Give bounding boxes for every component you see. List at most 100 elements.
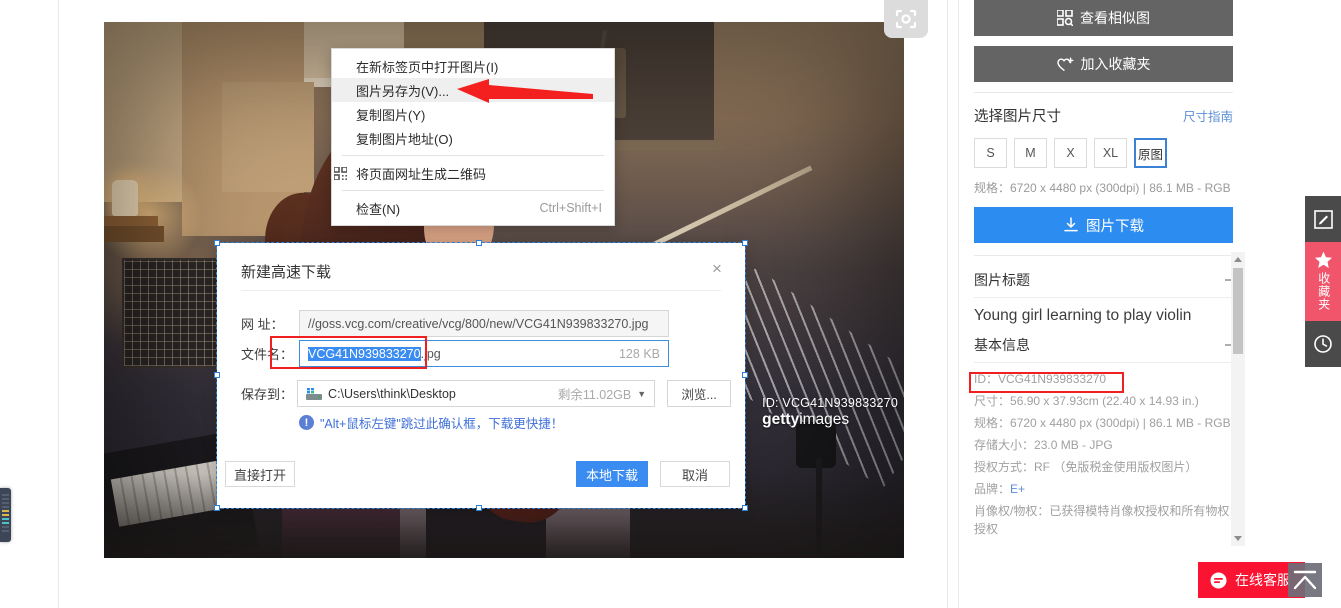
alt-click-hint: ! "Alt+鼠标左键"跳过此确认框，下载更快捷！ [299, 413, 563, 432]
size-option-s[interactable]: S [974, 138, 1007, 168]
menu-item-label: 检查(N) [356, 201, 401, 217]
menu-item-label: 图片另存为(V)... [356, 83, 450, 99]
menu-item-copy-image[interactable]: 复制图片(Y) [332, 102, 614, 126]
red-arrow-annotation [457, 79, 593, 103]
size-option-original[interactable]: 原图 [1134, 138, 1167, 168]
heart-plus-icon [1056, 57, 1074, 71]
hint-text: "Alt+鼠标左键"跳过此确认框，下载更快捷！ [320, 417, 564, 431]
menu-item-label: 将页面网址生成二维码 [356, 166, 487, 182]
image-download-button[interactable]: 图片下载 [974, 207, 1233, 243]
dialog-title: 新建高速下载 [241, 264, 332, 281]
dialog-resize-handle[interactable] [476, 505, 482, 511]
add-favorite-button[interactable]: 加入收藏夹 [974, 46, 1233, 82]
info-key: 尺寸： [974, 394, 1011, 408]
menu-item-label: 复制图片(Y) [356, 107, 426, 123]
sidebar-scrollbar[interactable] [1231, 252, 1245, 546]
size-option-xl[interactable]: XL [1094, 138, 1127, 168]
url-value: //goss.vcg.com/creative/vcg/800/new/VCG4… [308, 316, 649, 331]
open-directly-button[interactable]: 直接打开 [225, 461, 295, 487]
scroll-up-arrow-icon[interactable] [1234, 257, 1242, 262]
view-similar-label: 查看相似图 [1080, 10, 1150, 26]
info-value: RF （免版税金使用版权图片） [1034, 460, 1198, 474]
menu-item-generate-qrcode[interactable]: 将页面网址生成二维码 [332, 161, 614, 185]
download-icon [1064, 217, 1078, 232]
size-option-x[interactable]: X [1054, 138, 1087, 168]
chevron-down-icon[interactable]: ▼ [637, 389, 646, 399]
close-icon[interactable]: × [707, 259, 727, 279]
menu-item-copy-image-address[interactable]: 复制图片地址(O) [332, 126, 614, 150]
size-section-title: 选择图片尺寸 [974, 109, 1061, 125]
sidebar-divider [974, 255, 1233, 256]
image-title-heading: 图片标题 [974, 272, 1030, 288]
info-key: 品牌： [974, 482, 1011, 496]
watermark-id: ID: VCG41N939833270 [762, 396, 898, 410]
size-selector[interactable]: S M X XL 原图 [974, 138, 1233, 168]
size-spec-text: 规格：6720 x 4480 px (300dpi) | 86.1 MB - R… [974, 181, 1231, 195]
download-dialog[interactable]: 新建高速下载 × 网 址： //goss.vcg.com/creative/vc… [214, 240, 748, 511]
menu-item-label: 复制图片地址(O) [356, 131, 453, 147]
saveto-field[interactable]: C:\Users\think\Desktop 剩余11.02GB ▼ [297, 380, 656, 407]
info-key: 授权方式： [974, 460, 1035, 474]
sidebar-divider [974, 92, 1233, 93]
watermark-brand: gettyimages [762, 411, 850, 428]
image-title-value: Young girl learning to play violin [974, 307, 1192, 324]
dialog-resize-handle[interactable] [742, 240, 748, 246]
info-value: 23.0 MB - JPG [1034, 438, 1113, 452]
browse-button[interactable]: 浏览... [667, 380, 732, 407]
info-row-license: 授权方式：RF （免版税金使用版权图片） [974, 458, 1233, 476]
view-similar-button[interactable]: 查看相似图 [974, 0, 1233, 36]
info-row-filesize: 存储大小：23.0 MB - JPG [974, 436, 1233, 454]
dialog-resize-handle[interactable] [214, 505, 220, 511]
star-icon [1314, 251, 1332, 268]
rail-favorites-label: 收藏夹 [1316, 272, 1331, 311]
chat-bubble-icon [1210, 572, 1227, 588]
size-section-header: 选择图片尺寸 尺寸指南 [974, 105, 1233, 126]
info-icon: ! [299, 415, 314, 430]
cancel-button[interactable]: 取消 [660, 461, 730, 487]
block-divider [974, 362, 1233, 363]
menu-item-open-image-new-tab[interactable]: 在新标签页中打开图片(I) [332, 54, 614, 78]
add-favorite-label: 加入收藏夹 [1080, 56, 1151, 72]
back-to-top-button[interactable] [1283, 558, 1327, 602]
info-row-rights: 肖像权/物权：已获得模特肖像权授权和所有物权授权 [974, 502, 1233, 538]
camera-viewfinder-icon[interactable] [884, 0, 928, 38]
url-label: 网 址： [241, 317, 284, 332]
filesize-label: 128 KB [618, 346, 660, 361]
scrollbar-thumb[interactable] [1233, 268, 1243, 354]
local-download-button[interactable]: 本地下载 [576, 461, 648, 487]
menu-item-inspect[interactable]: 检查(N) Ctrl+Shift+I [332, 196, 614, 220]
rail-favorites-button[interactable]: 收藏夹 [1305, 242, 1341, 321]
page-root: ID: VCG41N939833270 gettyimages 在新标签页中打开… [0, 0, 1341, 608]
basic-info-block-header[interactable]: 基本信息 − [974, 335, 1233, 355]
scroll-down-arrow-icon[interactable] [1234, 536, 1242, 541]
info-row-spec: 规格：6720 x 4480 px (300dpi) | 86.1 MB - R… [974, 414, 1233, 432]
right-sidebar: 查看相似图 加入收藏夹 选择图片尺寸 尺寸指南 S M X XL 原图 规格：6… [961, 0, 1246, 608]
free-space-label: 剩余11.02GB [557, 388, 632, 402]
menu-item-shortcut: Ctrl+Shift+I [539, 201, 602, 215]
brand-link[interactable]: E+ [1010, 482, 1025, 496]
qrcode-glyph [334, 166, 347, 180]
block-divider [974, 297, 1233, 298]
menu-item-label: 在新标签页中打开图片(I) [356, 59, 499, 75]
url-field[interactable]: //goss.vcg.com/creative/vcg/800/new/VCG4… [299, 310, 669, 337]
rail-history-button[interactable] [1305, 321, 1341, 367]
image-title-block-header[interactable]: 图片标题 − [974, 270, 1233, 290]
dialog-resize-handle[interactable] [742, 372, 748, 378]
rail-edit-button[interactable] [1305, 196, 1341, 242]
dialog-resize-handle[interactable] [476, 240, 482, 246]
info-key: 存储大小： [974, 438, 1035, 452]
info-key: 规格： [974, 416, 1011, 430]
dialog-resize-handle[interactable] [214, 372, 220, 378]
left-edge-tab[interactable] [0, 488, 11, 542]
filename-highlight-box [270, 336, 427, 369]
menu-separator [342, 190, 604, 191]
context-menu[interactable]: 在新标签页中打开图片(I) 图片另存为(V)... 复制图片(Y) 复制图片地址… [331, 48, 615, 226]
size-guide-link[interactable]: 尺寸指南 [1183, 106, 1233, 125]
dialog-resize-handle[interactable] [214, 240, 220, 246]
dialog-resize-handle[interactable] [742, 505, 748, 511]
size-option-m[interactable]: M [1014, 138, 1047, 168]
watermark: ID: VCG41N939833270 gettyimages [762, 396, 898, 429]
info-value: 6720 x 4480 px (300dpi) | 86.1 MB - RGB [1010, 416, 1231, 430]
menu-separator [342, 155, 604, 156]
drive-glyph [306, 387, 323, 400]
